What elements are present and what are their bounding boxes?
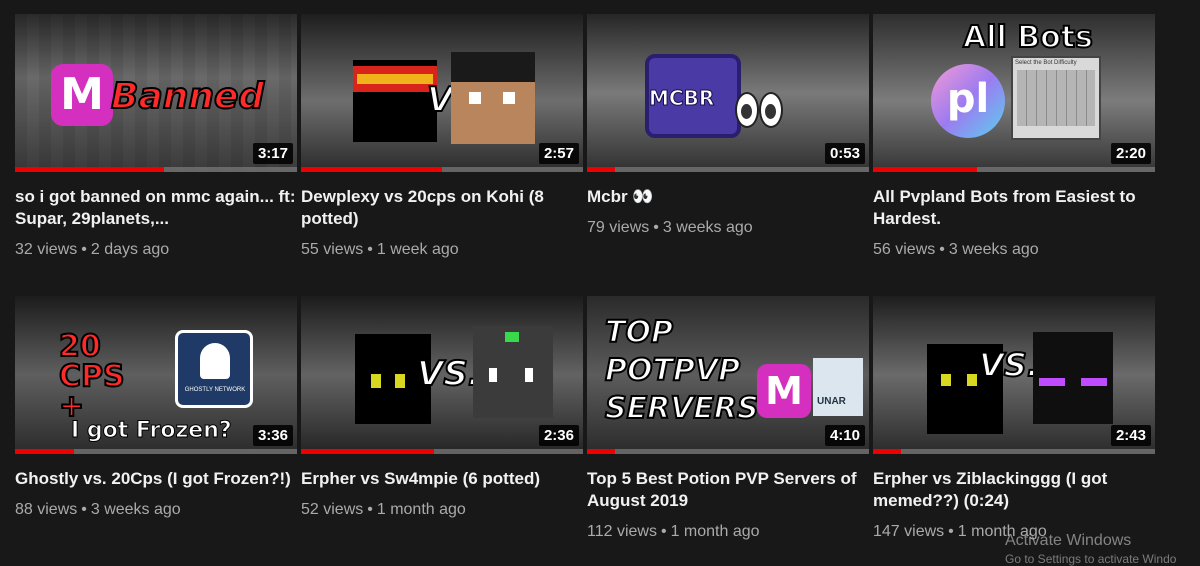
video-duration: 2:57 <box>538 143 579 164</box>
watch-progress <box>587 167 869 172</box>
thumbnail-text: VS. <box>978 345 1040 385</box>
video-thumbnail[interactable]: VS. 2:43 <box>873 296 1155 454</box>
video-thumbnail[interactable]: M Banned 3:17 <box>15 14 297 172</box>
watch-progress <box>15 167 297 172</box>
video-title[interactable]: All Pvpland Bots from Easiest to Hardest… <box>873 186 1155 230</box>
view-count: 55 views <box>301 241 364 258</box>
upload-age: 1 week ago <box>376 241 459 258</box>
video-card[interactable]: VS. 2:57 Dewplexy vs 20cps on Kohi (8 po… <box>301 14 583 260</box>
watch-progress <box>587 449 869 454</box>
watch-progress <box>873 167 1155 172</box>
video-duration: 2:43 <box>1110 425 1151 446</box>
watermark-subtitle: Go to Settings to activate Windo <box>1005 552 1177 566</box>
video-meta: 112 views • 1 month ago <box>587 523 760 540</box>
video-thumbnail[interactable]: All Bots pl Select the Bot Difficulty 2:… <box>873 14 1155 172</box>
mmc-logo: M <box>757 364 811 418</box>
mmc-logo: M <box>51 64 113 126</box>
view-count: 112 views <box>587 523 657 540</box>
video-title[interactable]: Erpher vs Sw4mpie (6 potted) <box>301 468 583 490</box>
view-count: 88 views <box>15 501 78 518</box>
video-title[interactable]: Dewplexy vs 20cps on Kohi (8 potted) <box>301 186 583 230</box>
lunar-logo: UNAR <box>813 358 863 416</box>
video-duration: 4:10 <box>824 425 865 446</box>
view-count: 52 views <box>301 501 364 518</box>
video-thumbnail[interactable]: TOP POTPVP SERVERS M UNAR 4:10 <box>587 296 869 454</box>
video-meta: 55 views • 1 week ago <box>301 241 459 258</box>
view-count: 79 views <box>587 219 650 236</box>
thumbnail-caption: I got Frozen? <box>71 418 233 444</box>
video-duration: 2:36 <box>538 425 579 446</box>
watch-progress <box>15 449 297 454</box>
watch-progress <box>301 449 583 454</box>
pvpland-logo: pl <box>931 64 1005 138</box>
video-card[interactable]: All Bots pl Select the Bot Difficulty 2:… <box>873 14 1155 260</box>
eye-icon <box>735 92 759 128</box>
video-card[interactable]: 20 CPS + GHOSTLY NETWORK I got Frozen? 3… <box>15 296 297 520</box>
video-card[interactable]: VS. 2:43 Erpher vs Ziblackinggg (I got m… <box>873 296 1155 542</box>
video-meta: 32 views • 2 days ago <box>15 241 170 258</box>
upload-age: 3 weeks ago <box>90 501 181 518</box>
thumbnail-text: All Bots <box>962 19 1094 56</box>
thumbnail-text: VS. <box>416 353 482 395</box>
view-count: 32 views <box>15 241 78 258</box>
player-head-right <box>451 52 535 144</box>
video-duration: 3:36 <box>252 425 293 446</box>
ghostly-logo: GHOSTLY NETWORK <box>175 330 253 408</box>
bot-menu-screenshot: Select the Bot Difficulty <box>1011 56 1101 140</box>
video-meta: 88 views • 3 weeks ago <box>15 501 181 518</box>
thumbnail-text: Banned <box>110 75 265 118</box>
video-thumbnail[interactable]: VS. 2:57 <box>301 14 583 172</box>
video-card[interactable]: VS. 2:36 Erpher vs Sw4mpie (6 potted) 52… <box>301 296 583 520</box>
video-card[interactable]: TOP POTPVP SERVERS M UNAR 4:10 Top 5 Bes… <box>587 296 869 542</box>
video-meta: 52 views • 1 month ago <box>301 501 466 518</box>
video-thumbnail[interactable]: 20 CPS + GHOSTLY NETWORK I got Frozen? 3… <box>15 296 297 454</box>
player-head-right <box>473 326 553 418</box>
video-duration: 0:53 <box>824 143 865 164</box>
video-meta: 79 views • 3 weeks ago <box>587 219 753 236</box>
video-card[interactable]: M Banned 3:17 so i got banned on mmc aga… <box>15 14 297 260</box>
video-title[interactable]: Top 5 Best Potion PVP Servers of August … <box>587 468 869 512</box>
upload-age: 2 days ago <box>90 241 170 258</box>
watermark-title: Activate Windows <box>1005 532 1132 549</box>
thumbnail-text: MCBR <box>648 86 715 111</box>
eye-icon <box>759 92 783 128</box>
video-thumbnail[interactable]: MCBR 0:53 <box>587 14 869 172</box>
thumbnail-text: 20 CPS + <box>58 329 126 424</box>
video-duration: 2:20 <box>1110 143 1151 164</box>
upload-age: 3 weeks ago <box>662 219 753 236</box>
video-title[interactable]: Ghostly vs. 20Cps (I got Frozen?!) <box>15 468 297 490</box>
video-card[interactable]: MCBR 0:53 Mcbr 👀 79 views • 3 weeks ago <box>587 14 869 238</box>
upload-age: 1 month ago <box>670 523 760 540</box>
activate-windows-watermark: Activate Windows Go to Settings to activ… <box>1005 532 1176 566</box>
upload-age: 1 month ago <box>376 501 466 518</box>
enderman-head <box>1033 332 1113 424</box>
watch-progress <box>873 449 1155 454</box>
watch-progress <box>301 167 583 172</box>
video-title[interactable]: Mcbr 👀 <box>587 186 869 208</box>
view-count: 56 views <box>873 241 936 258</box>
video-title[interactable]: Erpher vs Ziblackinggg (I got memed??) (… <box>873 468 1155 512</box>
video-duration: 3:17 <box>252 143 293 164</box>
view-count: 147 views <box>873 523 945 540</box>
upload-age: 3 weeks ago <box>948 241 1039 258</box>
video-title[interactable]: so i got banned on mmc again... ft: Supa… <box>15 186 297 230</box>
player-head-left <box>353 60 437 142</box>
video-meta: 56 views • 3 weeks ago <box>873 241 1039 258</box>
video-thumbnail[interactable]: VS. 2:36 <box>301 296 583 454</box>
